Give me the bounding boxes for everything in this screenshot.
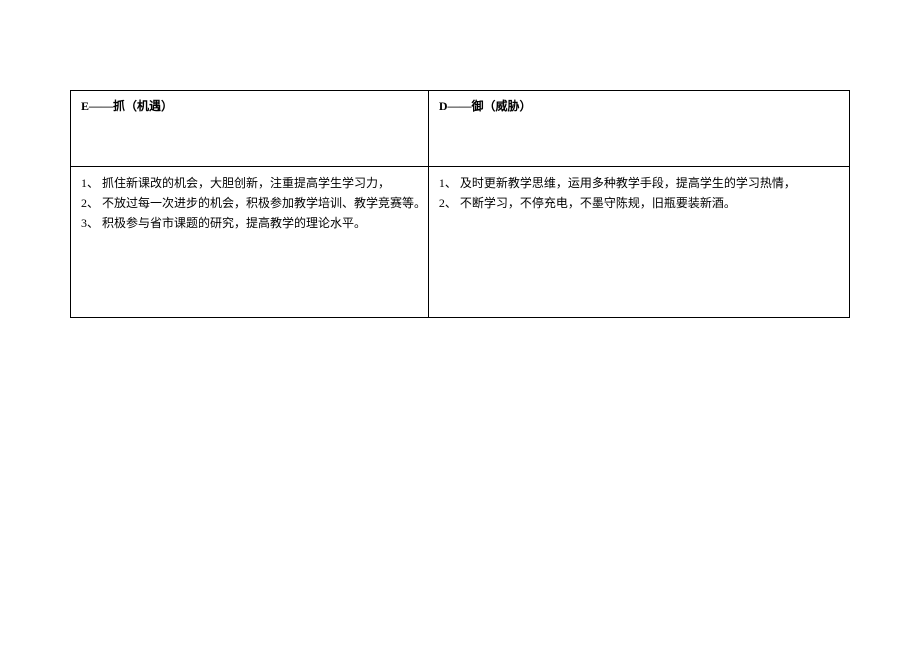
header-text-opportunity: E——抓（机遇） xyxy=(81,99,173,113)
table-header-row: E——抓（机遇） D——御（威胁） xyxy=(71,91,849,167)
list-item: 1、 及时更新教学思维，运用多种教学手段，提高学生的学习热情， xyxy=(439,173,839,193)
list-item: 1、 抓住新课改的机会，大胆创新，注重提高学生学习力， xyxy=(81,173,418,193)
list-item: 2、 不断学习，不停充电，不墨守陈规，旧瓶要装新酒。 xyxy=(439,193,839,213)
content-cell-right: 1、 及时更新教学思维，运用多种教学手段，提高学生的学习热情， 2、 不断学习，… xyxy=(429,167,849,317)
table-content-row: 1、 抓住新课改的机会，大胆创新，注重提高学生学习力， 2、 不放过每一次进步的… xyxy=(71,167,849,317)
content-cell-left: 1、 抓住新课改的机会，大胆创新，注重提高学生学习力， 2、 不放过每一次进步的… xyxy=(71,167,429,317)
header-cell-right: D——御（威胁） xyxy=(429,91,849,166)
header-text-threat: D——御（威胁） xyxy=(439,99,532,113)
list-item: 3、 积极参与省市课题的研究，提高教学的理论水平。 xyxy=(81,213,418,233)
analysis-table: E——抓（机遇） D——御（威胁） 1、 抓住新课改的机会，大胆创新，注重提高学… xyxy=(70,90,850,318)
list-item: 2、 不放过每一次进步的机会，积极参加教学培训、教学竞赛等。 xyxy=(81,193,418,213)
header-cell-left: E——抓（机遇） xyxy=(71,91,429,166)
